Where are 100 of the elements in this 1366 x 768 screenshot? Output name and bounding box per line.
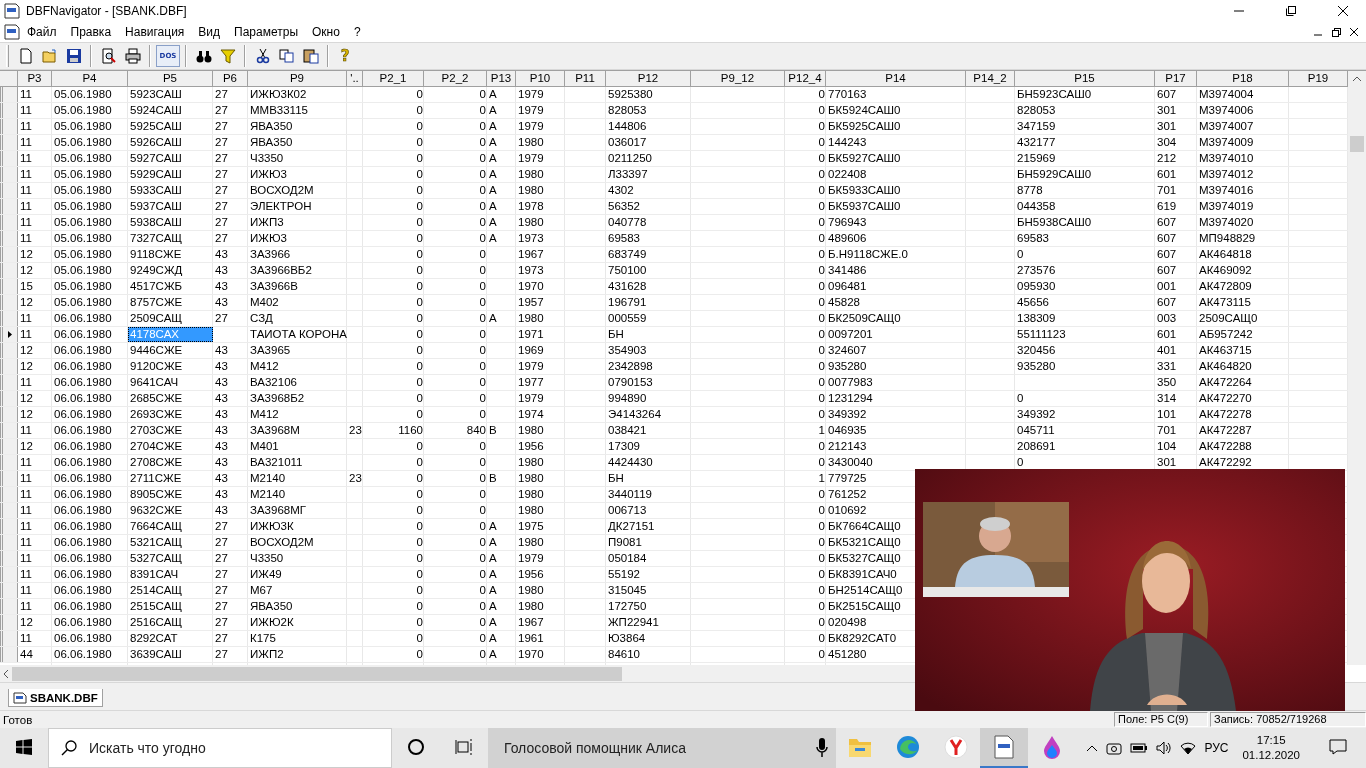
menu-item[interactable]: Окно [305, 25, 347, 39]
table-cell-text: 2693СЖЕ [129, 407, 184, 422]
assistant-input[interactable]: Голосовой помощник Алиса [502, 739, 816, 757]
table-cell-text: 0 [415, 311, 424, 326]
column-header[interactable]: P19 [1289, 71, 1348, 87]
table-cell-text: 607 [1156, 263, 1178, 278]
table-cell-text: 5926САШ [129, 135, 183, 150]
table-cell-text: 27 [214, 599, 229, 614]
scroll-thumb[interactable] [1350, 136, 1364, 152]
table-cell-text: 0 [415, 151, 424, 166]
table-cell-text: 1980 [517, 471, 545, 486]
column-header[interactable]: P11 [565, 71, 606, 87]
table-cell-text: М402 [249, 295, 280, 310]
table-cell-text: 0 [478, 199, 487, 214]
copy-icon [278, 48, 295, 64]
search-field[interactable]: Искать что угодно [48, 728, 392, 768]
column-header[interactable]: P4 [52, 71, 128, 87]
app-icon [4, 3, 20, 19]
column-header[interactable]: P6 [213, 71, 248, 87]
column-header[interactable]: P15 [1015, 71, 1155, 87]
column-header[interactable]: P2_2 [424, 71, 487, 87]
table-cell-text: 301 [1156, 455, 1178, 470]
vertical-scrollbar[interactable] [1348, 71, 1366, 665]
table-cell-text: 0 [817, 135, 826, 150]
search-input[interactable]: Искать что угодно [87, 739, 391, 757]
scroll-up-icon [1353, 76, 1361, 81]
table-cell-text: 314 [1156, 391, 1178, 406]
table-cell-text: 5924САШ [129, 103, 183, 118]
menu-item[interactable]: Параметры [227, 25, 306, 39]
clock-time[interactable]: 17:15 [1256, 733, 1286, 748]
paint-drop-icon [1041, 735, 1063, 759]
wifi-icon[interactable] [1180, 741, 1197, 755]
menu-item[interactable]: Навигация [118, 25, 192, 39]
menu-item[interactable]: Вид [191, 25, 228, 39]
table-cell-text: 401 [1156, 343, 1178, 358]
table-cell-text: 06.06.1980 [53, 631, 113, 646]
column-header[interactable]: P14 [826, 71, 966, 87]
column-header[interactable]: P18 [1197, 71, 1289, 87]
column-header[interactable]: P9_12 [691, 71, 785, 87]
table-cell-text: 0 [415, 359, 424, 374]
table-cell-text: 06.06.1980 [53, 455, 113, 470]
column-header[interactable]: '.. [347, 71, 363, 87]
column-header[interactable]: P5 [128, 71, 213, 87]
table-cell-text: 0 [817, 535, 826, 550]
battery-icon[interactable] [1130, 742, 1149, 754]
horizontal-scrollbar[interactable] [0, 665, 915, 682]
row-header[interactable] [0, 327, 18, 342]
clock-date[interactable]: 01.12.2020 [1242, 748, 1300, 763]
table-cell-text: 11 [19, 375, 33, 390]
binoculars-icon [195, 48, 212, 64]
table-cell-text: 779725 [827, 471, 868, 486]
table-cell-text: БК5933САШ0 [827, 183, 902, 198]
table-cell-text: 43 [214, 375, 229, 390]
column-header[interactable]: P12 [606, 71, 691, 87]
table-cell-text: 1957 [517, 295, 545, 310]
menu-item[interactable]: Правка [63, 25, 119, 39]
table-cell-text: 05.06.1980 [53, 103, 113, 118]
table-cell-text: 607 [1156, 231, 1178, 246]
scroll-thumb[interactable] [12, 666, 622, 681]
menu-item[interactable]: ? [346, 25, 368, 39]
column-header[interactable]: P10 [516, 71, 565, 87]
table-cell-text: БК2509САЩ0 [827, 311, 902, 326]
column-header[interactable]: P2_1 [363, 71, 424, 87]
column-header[interactable]: P17 [1155, 71, 1197, 87]
table-cell-text: 0 [478, 103, 487, 118]
volume-icon[interactable] [1156, 741, 1173, 755]
chevron-up-icon[interactable] [1086, 744, 1099, 752]
table-cell-text: 69583 [607, 231, 641, 246]
column-header[interactable]: P13 [487, 71, 516, 87]
table-cell-text: 144806 [607, 119, 648, 134]
table-cell-text: 27 [214, 183, 229, 198]
table-cell-text: 5927САШ [129, 151, 183, 166]
table-cell-text: 0 [478, 455, 487, 470]
column-header[interactable]: P3 [18, 71, 52, 87]
table-cell-text: А [488, 567, 498, 582]
table-cell-text: 43 [214, 295, 229, 310]
document-tab[interactable]: SBANK.DBF [8, 689, 103, 707]
camera-icon[interactable] [1106, 741, 1123, 755]
table-cell-text: 0 [478, 135, 487, 150]
document-icon [993, 735, 1015, 759]
taskbar-app[interactable] [980, 728, 1028, 768]
column-header[interactable]: P9 [248, 71, 347, 87]
table-cell-text: 489606 [827, 231, 868, 246]
table-cell-text: 0 [415, 647, 424, 662]
table-cell-text: 11 [19, 215, 33, 230]
table-cell-text: 1980 [517, 311, 545, 326]
table-cell-text: 0 [478, 615, 487, 630]
menu-item[interactable]: Файл [20, 25, 64, 39]
table-cell-text: 5923САШ [129, 87, 183, 102]
table-cell-text: 06.06.1980 [53, 487, 113, 502]
column-header[interactable]: P14_2 [966, 71, 1015, 87]
column-header[interactable]: P12_4 [785, 71, 826, 87]
table-cell-text: 172750 [607, 599, 648, 614]
table-cell-text: 0 [478, 471, 487, 486]
assistant-field[interactable]: Голосовой помощник Алиса [488, 728, 836, 768]
table-cell-text: А [488, 199, 498, 214]
table-cell-text: 2685СЖЕ [129, 391, 184, 406]
table-cell-text: 701 [1156, 423, 1178, 438]
table-cell-text: М3974019 [1198, 199, 1255, 214]
language-indicator[interactable]: РУС [1204, 741, 1229, 755]
